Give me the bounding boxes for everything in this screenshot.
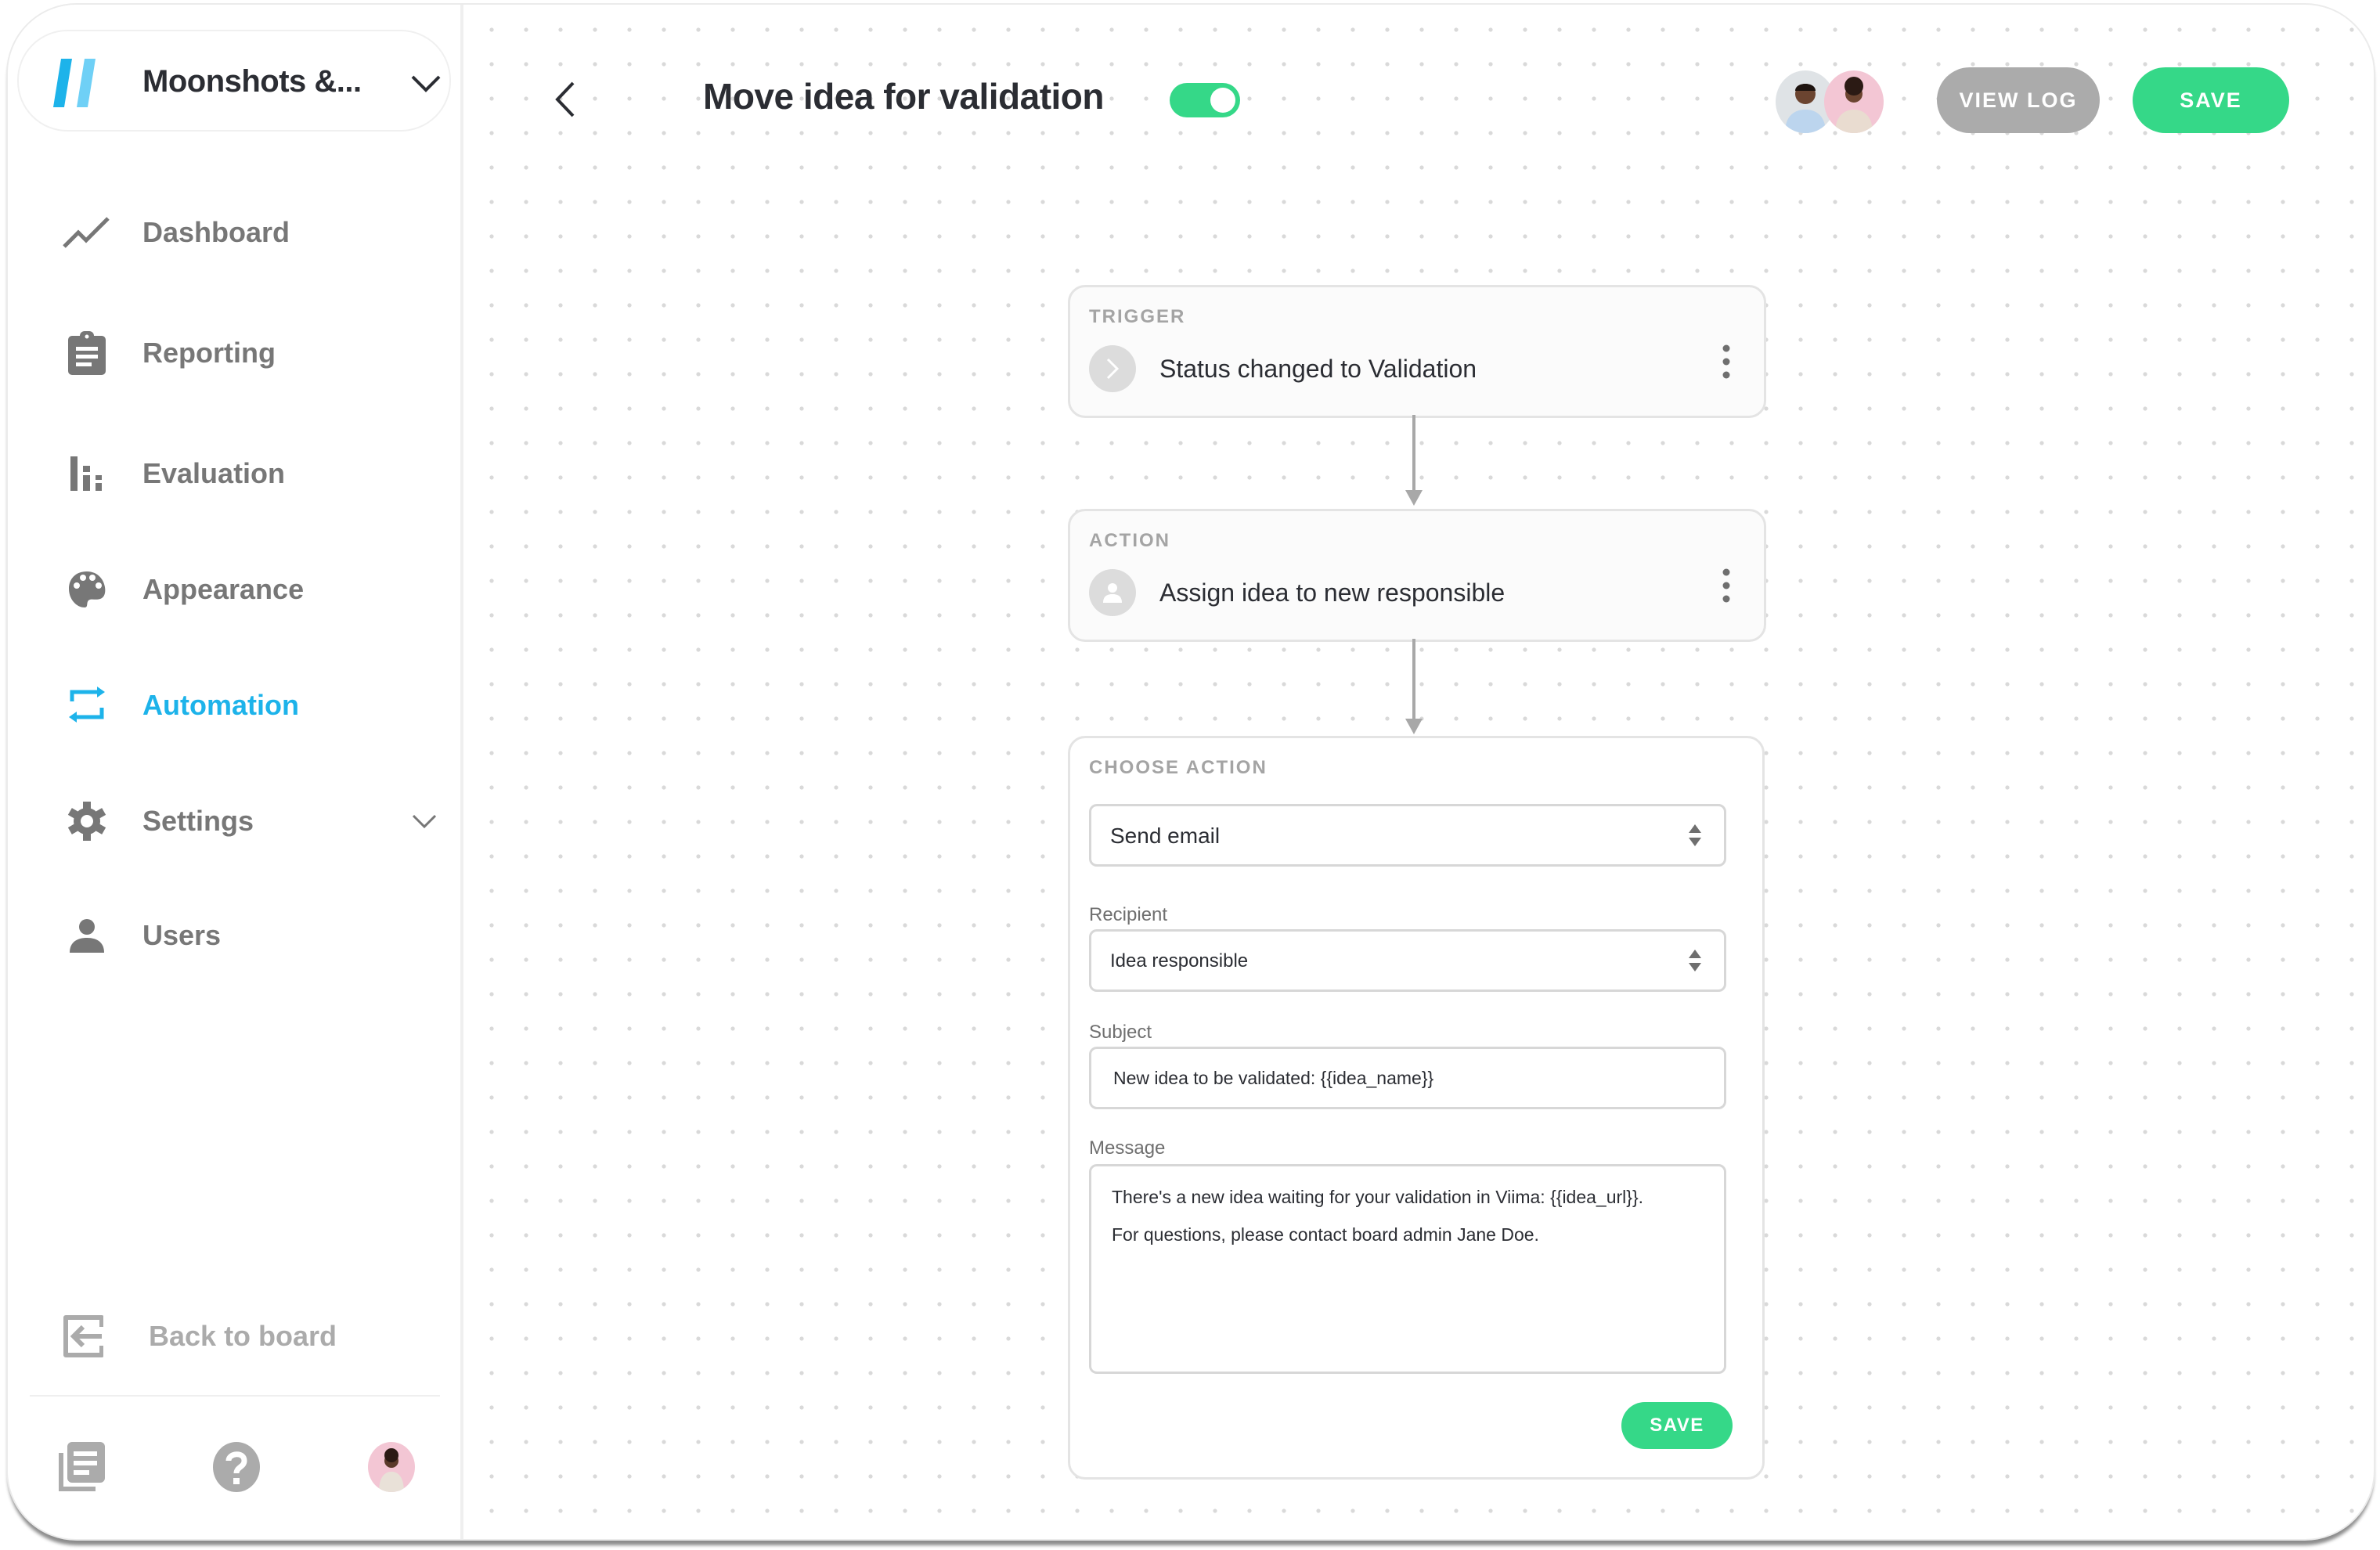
flow-connector bbox=[1412, 415, 1415, 492]
back-to-board-link[interactable]: Back to board bbox=[55, 1301, 431, 1372]
card-kicker: ACTION bbox=[1089, 530, 1170, 551]
viima-logo-icon bbox=[53, 59, 96, 107]
sidebar-item-reporting[interactable]: Reporting bbox=[55, 318, 446, 388]
subject-value: New idea to be validated: {{idea_name}} bbox=[1113, 1068, 1434, 1088]
card-kicker: TRIGGER bbox=[1089, 306, 1186, 327]
message-line: For questions, please contact board admi… bbox=[1112, 1224, 1539, 1245]
sidebar-item-label: Users bbox=[142, 919, 222, 951]
recipient-select[interactable]: Idea responsible bbox=[1089, 929, 1726, 992]
documents-icon[interactable] bbox=[58, 1442, 105, 1492]
clipboard-icon bbox=[63, 329, 111, 377]
automation-canvas: Move idea for validation VIEW LOG SAVE T… bbox=[463, 5, 2374, 1539]
card-kicker: CHOOSE ACTION bbox=[1089, 757, 1268, 778]
back-chevron-icon[interactable] bbox=[550, 80, 581, 119]
arrow-down-icon bbox=[1405, 719, 1423, 734]
bar-chart-icon bbox=[63, 449, 111, 498]
chevron-down-icon[interactable] bbox=[411, 813, 438, 830]
more-options-icon[interactable] bbox=[1720, 344, 1733, 380]
action-type-value: Send email bbox=[1110, 824, 1221, 848]
recipient-value: Idea responsible bbox=[1110, 950, 1249, 971]
message-label: Message bbox=[1089, 1137, 1166, 1159]
automation-enabled-toggle[interactable] bbox=[1170, 83, 1240, 117]
subject-input[interactable]: New idea to be validated: {{idea_name}} bbox=[1089, 1047, 1726, 1109]
view-log-button[interactable]: VIEW LOG bbox=[1937, 67, 2100, 133]
select-caret-icon bbox=[1689, 950, 1701, 971]
sidebar-divider bbox=[30, 1395, 440, 1397]
more-options-icon[interactable] bbox=[1720, 568, 1733, 604]
sidebar-item-users[interactable]: Users bbox=[55, 900, 446, 971]
sidebar-item-label: Appearance bbox=[142, 573, 305, 605]
gear-icon bbox=[63, 797, 111, 845]
sidebar-item-evaluation[interactable]: Evaluation bbox=[55, 438, 446, 509]
sidebar-item-dashboard[interactable]: Dashboard bbox=[55, 197, 446, 268]
exit-arrow-icon bbox=[63, 1315, 103, 1357]
action-card[interactable]: ACTION Assign idea to new responsible bbox=[1068, 509, 1766, 642]
help-icon[interactable] bbox=[213, 1442, 260, 1492]
chevron-down-icon[interactable] bbox=[410, 74, 442, 94]
choose-action-card: CHOOSE ACTION Send email Recipient Idea … bbox=[1068, 736, 1765, 1480]
flow-connector bbox=[1412, 639, 1415, 720]
page-title: Move idea for validation bbox=[703, 76, 1105, 117]
palette-icon bbox=[63, 565, 111, 614]
action-type-select[interactable]: Send email bbox=[1089, 804, 1726, 867]
message-line: There's a new idea waiting for your vali… bbox=[1112, 1187, 1644, 1207]
trend-line-icon bbox=[63, 208, 111, 257]
trigger-card[interactable]: TRIGGER Status changed to Validation bbox=[1068, 285, 1766, 418]
sidebar-item-appearance[interactable]: Appearance bbox=[55, 554, 446, 625]
repeat-icon bbox=[63, 681, 111, 730]
avatar-portrait-icon bbox=[379, 1448, 404, 1492]
sidebar-item-automation[interactable]: Automation bbox=[55, 670, 446, 741]
recipient-label: Recipient bbox=[1089, 904, 1168, 925]
trigger-title: Status changed to Validation bbox=[1159, 355, 1477, 383]
collaborator-avatars bbox=[1776, 70, 1885, 133]
arrow-down-icon bbox=[1405, 490, 1423, 506]
workspace-switcher[interactable]: Moonshots &... bbox=[17, 30, 451, 132]
toggle-knob bbox=[1210, 88, 1235, 113]
sidebar-item-label: Automation bbox=[142, 689, 299, 721]
person-icon bbox=[1089, 569, 1136, 616]
back-to-board-label: Back to board bbox=[149, 1320, 337, 1352]
save-button[interactable]: SAVE bbox=[2133, 67, 2289, 133]
sidebar: Moonshots &... Dashboard Reporting Evalu… bbox=[8, 5, 463, 1539]
sidebar-item-label: Settings bbox=[142, 805, 254, 837]
user-icon bbox=[63, 911, 111, 960]
sidebar-item-label: Reporting bbox=[142, 337, 276, 369]
user-avatar[interactable] bbox=[368, 1442, 415, 1492]
app-window: Moonshots &... Dashboard Reporting Evalu… bbox=[6, 3, 2375, 1541]
workspace-name: Moonshots &... bbox=[142, 64, 362, 99]
select-caret-icon bbox=[1689, 824, 1701, 846]
sidebar-item-settings[interactable]: Settings bbox=[55, 786, 446, 856]
message-textarea[interactable]: There's a new idea waiting for your vali… bbox=[1089, 1164, 1726, 1374]
action-title: Assign idea to new responsible bbox=[1159, 579, 1506, 607]
chevron-right-icon bbox=[1089, 345, 1136, 392]
save-action-button[interactable]: SAVE bbox=[1621, 1402, 1733, 1449]
collaborator-avatar-2[interactable] bbox=[1824, 70, 1884, 133]
sidebar-item-label: Dashboard bbox=[142, 216, 290, 248]
sidebar-item-label: Evaluation bbox=[142, 457, 286, 489]
subject-label: Subject bbox=[1089, 1022, 1152, 1043]
